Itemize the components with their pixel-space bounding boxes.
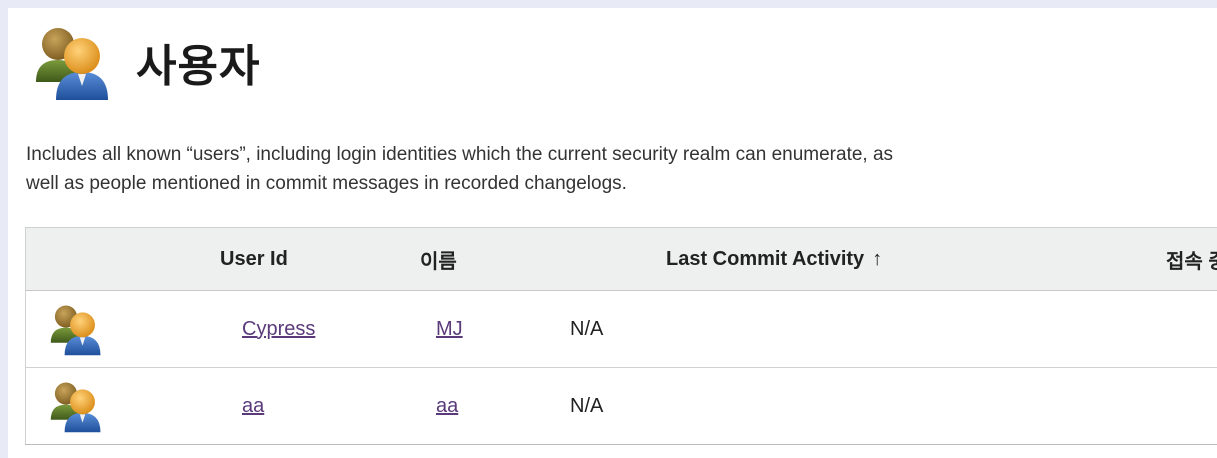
table-header-row: User Id 이름 Last Commit Activity ↑ 접속 중 — [25, 227, 1217, 291]
last-commit-cell: N/A — [570, 290, 1166, 368]
user-icon — [50, 305, 101, 356]
people-icon — [36, 28, 108, 100]
page-title: 사용자 — [136, 41, 261, 92]
online-cell — [1166, 290, 1217, 368]
name-header-label[interactable]: 이름 — [420, 251, 457, 273]
user-id-column-header[interactable]: User Id — [220, 227, 420, 291]
user-icon — [50, 382, 101, 433]
user-id-header-label[interactable]: User Id — [220, 248, 288, 270]
user-id-cell: Cypress — [220, 290, 420, 368]
table-row: aa aa N/A — [25, 367, 1217, 445]
main-panel: 사용자 Includes all known “users”, includin… — [8, 8, 1217, 458]
people-table: User Id 이름 Last Commit Activity ↑ 접속 중 — [25, 227, 1217, 445]
name-column-header[interactable]: 이름 — [420, 227, 570, 291]
user-id-link[interactable]: aa — [242, 395, 264, 417]
page-header: 사용자 — [32, 20, 260, 104]
online-column-header[interactable]: 접속 중 — [1166, 227, 1217, 291]
user-icon-cell — [25, 290, 220, 368]
user-id-cell: aa — [220, 367, 420, 445]
description-line-1: Includes all known “users”, including lo… — [26, 144, 894, 165]
user-name-link[interactable]: aa — [436, 395, 458, 417]
online-header-label[interactable]: 접속 중 — [1166, 251, 1217, 273]
name-cell: MJ — [420, 290, 570, 368]
page-description: Includes all known “users”, including lo… — [26, 140, 1217, 198]
sort-ascending-icon: ↑ — [872, 247, 883, 270]
last-commit-column-header[interactable]: Last Commit Activity ↑ — [570, 227, 1166, 291]
online-cell — [1166, 367, 1217, 445]
name-cell: aa — [420, 367, 570, 445]
icon-column-header — [25, 227, 220, 291]
description-line-2: well as people mentioned in commit messa… — [26, 173, 627, 194]
user-icon-cell — [25, 367, 220, 445]
table-row: Cypress MJ N/A — [25, 290, 1217, 368]
user-name-link[interactable]: MJ — [436, 318, 463, 340]
user-id-link[interactable]: Cypress — [242, 318, 315, 340]
last-commit-cell: N/A — [570, 367, 1166, 445]
last-commit-header-label[interactable]: Last Commit Activity — [666, 248, 864, 270]
